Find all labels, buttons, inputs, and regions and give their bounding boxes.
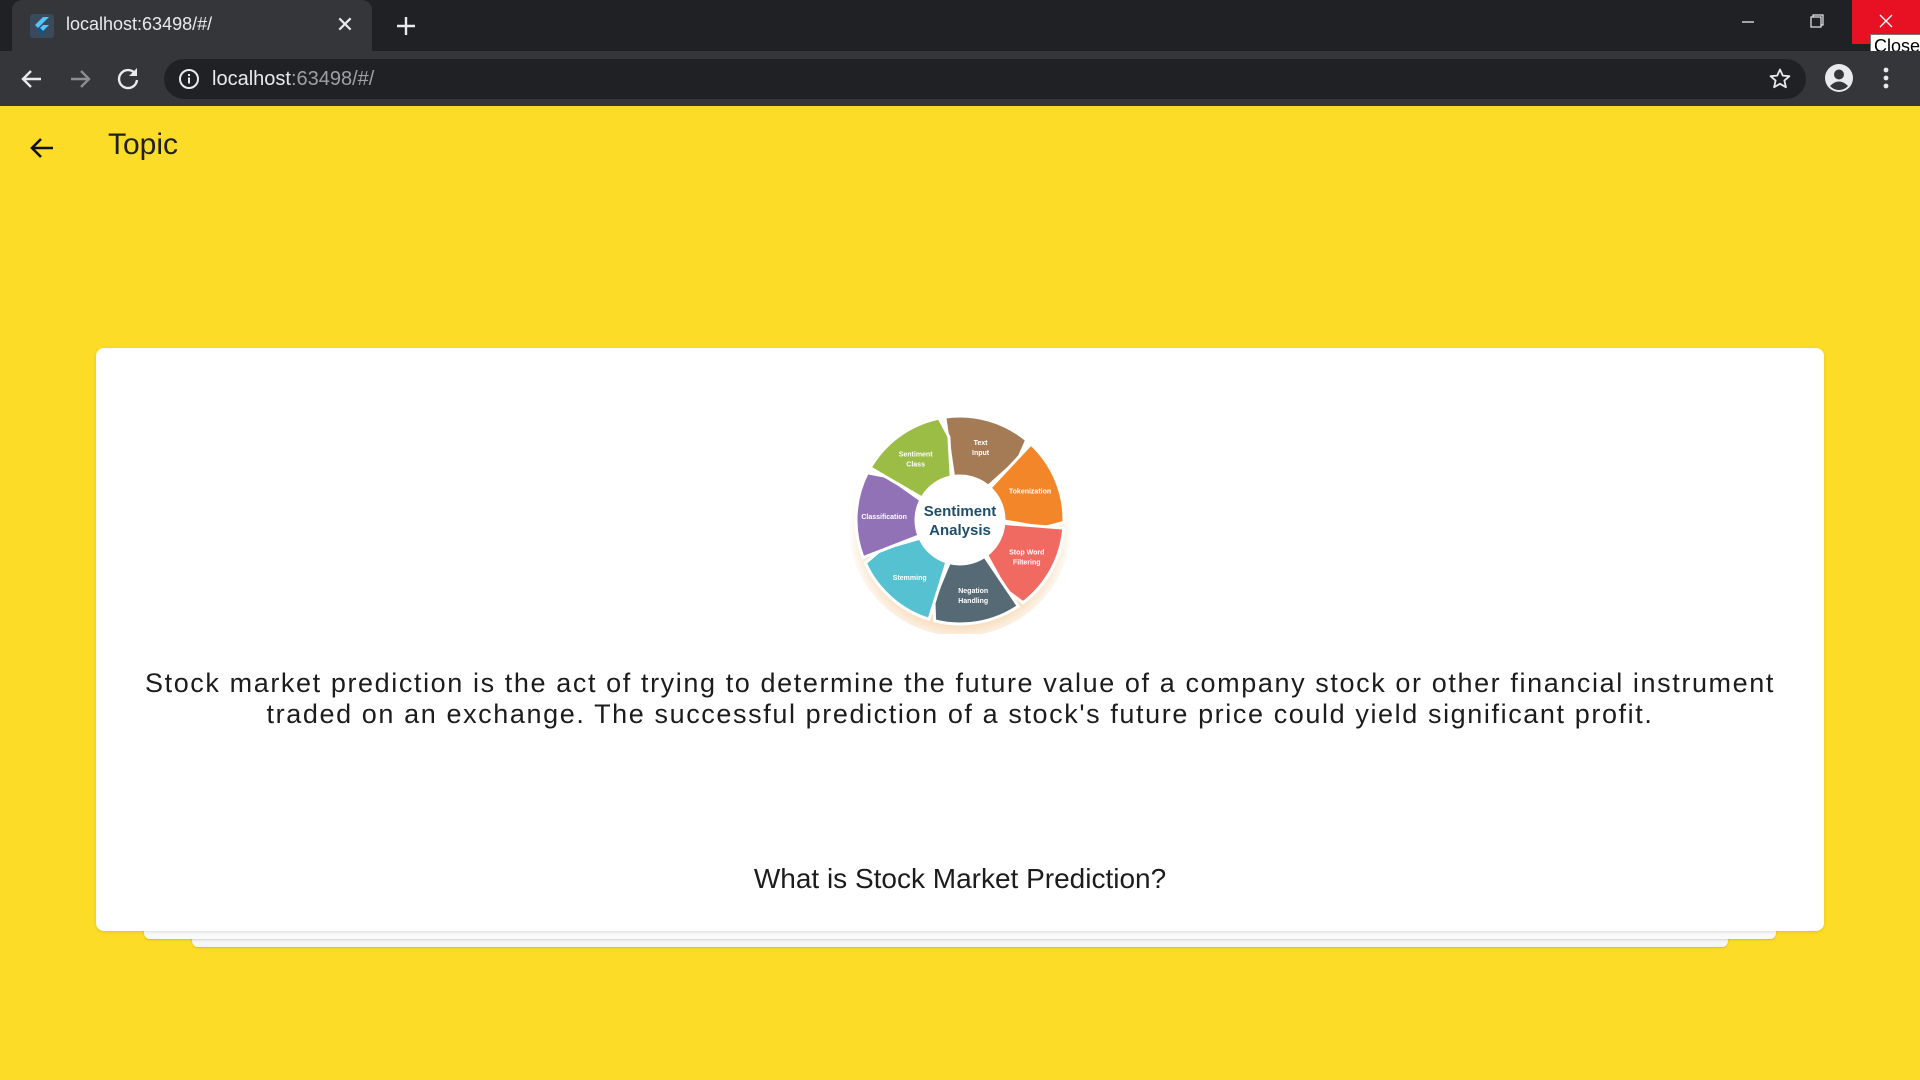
diagram-segment-label: Stop Word xyxy=(1009,549,1044,556)
diagram-center xyxy=(916,476,1004,564)
url-text[interactable]: localhost:63498/#/ xyxy=(212,68,374,91)
browser-menu-icon[interactable] xyxy=(1874,63,1898,93)
tab-title: localhost:63498/#/ xyxy=(66,14,213,34)
topic-description: Stock market prediction is the act of tr… xyxy=(144,668,1775,729)
topic-question: What is Stock Market Prediction? xyxy=(753,863,1167,894)
url-path: :63498/#/ xyxy=(290,68,375,90)
browser-forward-icon[interactable] xyxy=(64,63,96,95)
browser-tab-strip: localhost:63498/#/ ✕ xyxy=(0,0,1920,51)
sentiment-analysis-diagram: Text Input Tokenization Stop Word Filtering N… xyxy=(846,406,1074,636)
browser-toolbar: localhost:63498/#/ xyxy=(0,51,1920,106)
diagram-segment-label: Text xyxy=(974,440,989,447)
browser-tab[interactable]: localhost:63498/#/ ✕ xyxy=(12,0,372,51)
diagram-segment-label: Negation xyxy=(958,588,988,595)
diagram-segment-label: Tokenization xyxy=(1009,488,1051,495)
diagram-segment-label: Sentiment xyxy=(899,451,934,458)
diagram-segment-label: Class xyxy=(906,461,925,468)
browser-back-icon[interactable] xyxy=(16,63,48,95)
address-bar[interactable]: localhost:63498/#/ xyxy=(164,59,1806,99)
site-info-icon[interactable] xyxy=(178,68,200,90)
diagram-segment-label: Stemming xyxy=(893,575,927,582)
profile-icon[interactable] xyxy=(1824,63,1854,93)
reload-icon[interactable] xyxy=(112,63,144,95)
page-title: Topic xyxy=(108,128,179,161)
flutter-favicon-icon xyxy=(30,14,54,38)
topic-card[interactable]: Text Input Tokenization Stop Word Filtering N… xyxy=(96,348,1824,931)
diagram-segment-label: Classification xyxy=(861,514,907,521)
restore-icon[interactable] xyxy=(1783,0,1849,44)
close-tab-icon[interactable]: ✕ xyxy=(332,12,358,38)
app-bar: Topic xyxy=(0,106,1920,190)
diagram-center-line1: Sentiment xyxy=(924,503,997,520)
bookmark-star-icon[interactable] xyxy=(1768,67,1792,91)
diagram-segment-label: Handling xyxy=(958,598,988,605)
back-arrow-icon[interactable] xyxy=(26,132,58,164)
diagram-center-line2: Analysis xyxy=(929,522,991,539)
diagram-segment-label: Input xyxy=(972,450,990,457)
minimize-icon[interactable] xyxy=(1715,0,1781,44)
new-tab-icon[interactable] xyxy=(390,10,422,42)
url-host: localhost xyxy=(212,68,291,90)
diagram-segment-label: Filtering xyxy=(1013,559,1041,566)
